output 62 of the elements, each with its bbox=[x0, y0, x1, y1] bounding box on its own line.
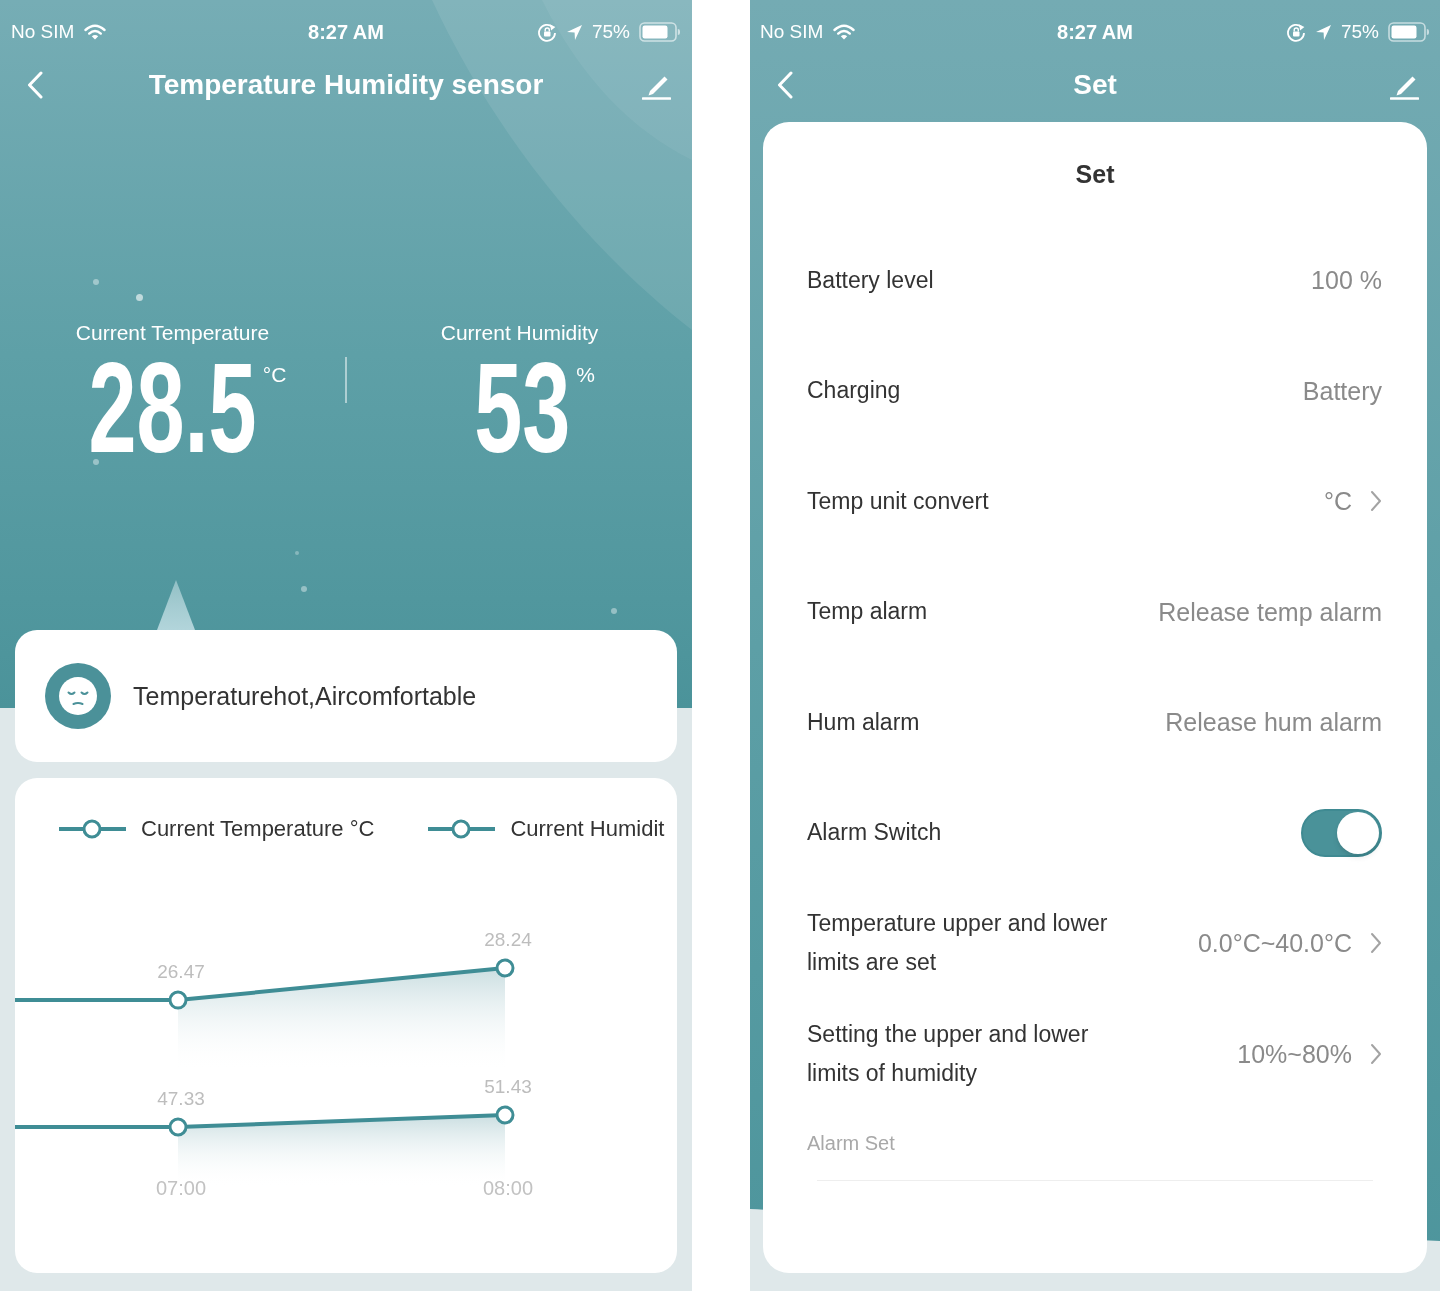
battery-icon bbox=[1388, 22, 1430, 42]
wifi-icon bbox=[833, 24, 856, 40]
reading-value: 53 bbox=[474, 361, 571, 455]
section-label: Alarm Set bbox=[807, 1132, 895, 1154]
reading-unit: °C bbox=[262, 363, 287, 387]
back-icon[interactable] bbox=[27, 71, 43, 99]
setting-value: °C bbox=[1323, 486, 1352, 517]
setting-value: 0.0°C~40.0°C bbox=[1197, 928, 1352, 959]
chevron-right-icon[interactable] bbox=[1370, 490, 1382, 513]
x-axis-label: 08:00 bbox=[482, 1177, 534, 1199]
location-arrow-icon bbox=[565, 23, 583, 41]
carrier-label: No SIM bbox=[11, 21, 75, 43]
rotation-lock-icon bbox=[536, 22, 557, 42]
setting-label: Temperature upper and lower limits are set bbox=[807, 909, 1109, 978]
data-label: 51.43 bbox=[484, 1076, 532, 1097]
data-label: 47.33 bbox=[157, 1088, 205, 1109]
battery-icon bbox=[639, 22, 681, 42]
setting-label: Temp alarm bbox=[807, 597, 928, 627]
carrier-label: No SIM bbox=[760, 21, 824, 43]
legend-marker-icon bbox=[428, 819, 496, 839]
status-time: 8:27 AM bbox=[308, 21, 384, 43]
battery-percent: 75% bbox=[1340, 21, 1379, 43]
setting-label: Alarm Switch bbox=[807, 818, 942, 848]
legend-marker-icon bbox=[59, 819, 126, 839]
nav-title: Set bbox=[1073, 68, 1117, 102]
setting-label: Temp unit convert bbox=[807, 486, 989, 516]
data-point bbox=[168, 1117, 188, 1137]
setting-label: Charging bbox=[807, 376, 901, 406]
data-label: 28.24 bbox=[484, 929, 532, 950]
rotation-lock-icon bbox=[1285, 22, 1306, 42]
reading-unit: % bbox=[576, 363, 595, 387]
battery-percent: 75% bbox=[591, 21, 630, 43]
setting-value: 10%~80% bbox=[1237, 1038, 1352, 1069]
setting-value: 100 % bbox=[1311, 265, 1382, 296]
setting-value: Release hum alarm bbox=[1165, 707, 1382, 738]
nav-title: Temperature Humidity sensor bbox=[148, 68, 544, 102]
data-point bbox=[495, 1105, 515, 1125]
x-axis-label: 07:00 bbox=[155, 1177, 207, 1199]
data-point bbox=[495, 958, 515, 978]
setting-value: Release temp alarm bbox=[1158, 596, 1382, 627]
setting-label: Setting the upper and lower limits of humidity bbox=[807, 1019, 1090, 1088]
data-label: 26.47 bbox=[157, 961, 205, 983]
setting-value: Battery bbox=[1302, 375, 1382, 406]
card-title: Set bbox=[1075, 158, 1115, 189]
back-icon[interactable] bbox=[777, 71, 793, 99]
chevron-right-icon[interactable] bbox=[1370, 1042, 1382, 1065]
reading-value: 28.5 bbox=[88, 361, 257, 455]
reading-label: Current Humidity bbox=[440, 322, 599, 344]
comfort-message: Temperaturehot,Aircomfortable bbox=[133, 681, 477, 711]
location-arrow-icon bbox=[1314, 23, 1332, 41]
reading-label: Current Temperature bbox=[75, 322, 270, 344]
pointer-triangle bbox=[157, 580, 195, 630]
legend-label: Current Temperature °C bbox=[141, 817, 375, 841]
face-icon bbox=[45, 663, 111, 729]
wifi-icon bbox=[84, 24, 107, 40]
toggle-switch[interactable] bbox=[1301, 808, 1382, 857]
setting-label: Battery level bbox=[807, 265, 934, 295]
legend-label: Current Humidit bbox=[510, 817, 665, 841]
status-time: 8:27 AM bbox=[1057, 21, 1133, 43]
data-point bbox=[168, 990, 188, 1010]
chevron-right-icon[interactable] bbox=[1370, 932, 1382, 955]
setting-label: Hum alarm bbox=[807, 707, 920, 737]
